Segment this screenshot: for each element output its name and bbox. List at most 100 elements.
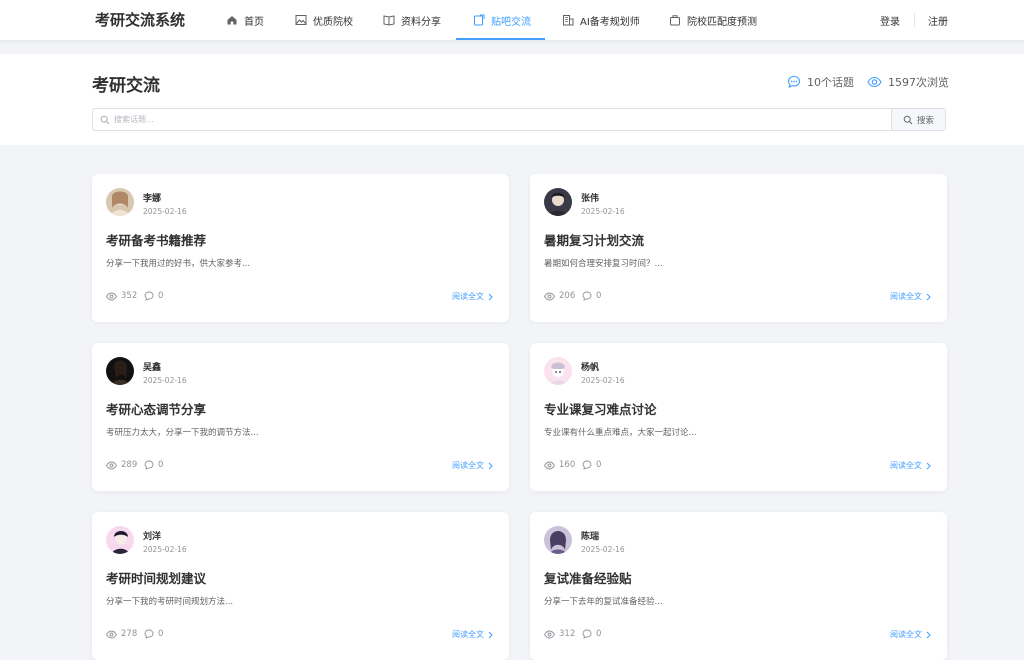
read-more-label: 阅读全文 xyxy=(452,292,484,301)
post-date: 2025-02-16 xyxy=(581,207,625,216)
post-card[interactable]: 吴鑫 2025-02-16 考研心态调节分享 考研压力太大，分享一下我的调节方法… xyxy=(92,343,509,491)
view-count: 352 xyxy=(121,291,138,301)
post-card[interactable]: 李娜 2025-02-16 考研备考书籍推荐 分享一下我用过的好书，供大家参考.… xyxy=(92,174,509,322)
avatar[interactable] xyxy=(106,526,134,554)
nav-item-match-prediction[interactable]: 院校匹配度预测 xyxy=(669,0,757,40)
chat-icon xyxy=(144,629,154,639)
chat-icon xyxy=(144,291,154,301)
chat-icon xyxy=(144,460,154,470)
post-title[interactable]: 复试准备经验贴 xyxy=(544,568,632,587)
chat-icon xyxy=(787,75,801,89)
nav-item-ai-planner[interactable]: AI备考规划师 xyxy=(562,0,640,40)
avatar[interactable] xyxy=(544,357,572,385)
read-more-link[interactable]: 阅读全文 xyxy=(890,291,931,302)
view-count: 206 xyxy=(559,291,576,301)
read-more-link[interactable]: 阅读全文 xyxy=(452,291,493,302)
post-excerpt: 分享一下我用过的好书，供大家参考... xyxy=(106,259,251,269)
view-count: 289 xyxy=(121,460,138,470)
post-comments: 0 xyxy=(144,291,163,301)
post-card[interactable]: 刘洋 2025-02-16 考研时间规划建议 分享一下我的考研时间规划方法...… xyxy=(92,512,509,660)
nav-item-home[interactable]: 首页 xyxy=(226,0,264,40)
author-name[interactable]: 陈瑞 xyxy=(581,529,599,542)
read-more-link[interactable]: 阅读全文 xyxy=(890,629,931,640)
post-comments: 0 xyxy=(582,629,601,639)
search-button[interactable]: 搜索 xyxy=(891,109,945,130)
author-name[interactable]: 杨帆 xyxy=(581,360,599,373)
chevron-right-icon xyxy=(926,631,931,638)
avatar[interactable] xyxy=(106,188,134,216)
post-excerpt: 专业课有什么重点难点，大家一起讨论... xyxy=(544,428,697,438)
nav-label: AI备考规划师 xyxy=(580,16,640,28)
read-more-link[interactable]: 阅读全文 xyxy=(452,629,493,640)
author-name[interactable]: 李娜 xyxy=(143,191,161,204)
eye-icon xyxy=(106,630,117,638)
eye-icon xyxy=(106,461,117,469)
avatar[interactable] xyxy=(106,357,134,385)
eye-icon xyxy=(544,292,555,300)
read-more-label: 阅读全文 xyxy=(452,630,484,639)
view-count: 312 xyxy=(559,629,576,639)
author-name[interactable]: 吴鑫 xyxy=(143,360,161,373)
comment-count: 0 xyxy=(596,629,602,639)
top-navbar: 考研交流系统 首页 优质院校 资料分享 贴吧交流 AI备考规划师 院校匹配度预测… xyxy=(0,0,1024,40)
post-title[interactable]: 考研心态调节分享 xyxy=(106,399,206,418)
search-bar: 搜索 xyxy=(92,108,946,131)
post-views: 312 xyxy=(544,629,575,639)
chevron-right-icon xyxy=(488,293,493,300)
author-name[interactable]: 刘洋 xyxy=(143,529,161,542)
post-date: 2025-02-16 xyxy=(143,207,187,216)
nav-label: 院校匹配度预测 xyxy=(687,16,757,28)
topic-count: 10个话题 xyxy=(787,74,854,90)
post-card[interactable]: 张伟 2025-02-16 暑期复习计划交流 暑期如何合理安排复习时间？... … xyxy=(530,174,947,322)
page-title: 考研交流 xyxy=(92,76,160,96)
author-name[interactable]: 张伟 xyxy=(581,191,599,204)
search-button-label: 搜索 xyxy=(916,115,934,126)
post-comments: 0 xyxy=(144,460,163,470)
nav-label: 资料分享 xyxy=(401,16,441,28)
post-views: 289 xyxy=(106,460,137,470)
note-icon xyxy=(473,14,485,26)
post-comments: 0 xyxy=(144,629,163,639)
comment-count: 0 xyxy=(158,460,164,470)
read-more-link[interactable]: 阅读全文 xyxy=(890,460,931,471)
post-views: 352 xyxy=(106,291,137,301)
nav-label: 优质院校 xyxy=(313,16,353,28)
site-brand[interactable]: 考研交流系统 xyxy=(95,9,185,30)
forum-header: 考研交流 10个话题 1597次浏览 搜索 xyxy=(0,54,1024,145)
register-link[interactable]: 注册 xyxy=(928,0,948,40)
view-count: 278 xyxy=(121,629,138,639)
auth-divider xyxy=(914,13,915,27)
eye-icon xyxy=(867,76,882,88)
post-date: 2025-02-16 xyxy=(143,376,187,385)
book-icon xyxy=(383,14,395,26)
post-title[interactable]: 考研备考书籍推荐 xyxy=(106,230,206,249)
post-title[interactable]: 考研时间规划建议 xyxy=(106,568,206,587)
nav-item-forum[interactable]: 贴吧交流 xyxy=(456,0,545,40)
post-views: 206 xyxy=(544,291,575,301)
read-more-label: 阅读全文 xyxy=(890,292,922,301)
search-input[interactable] xyxy=(93,109,891,130)
comment-count: 0 xyxy=(158,291,164,301)
post-views: 160 xyxy=(544,460,575,470)
avatar[interactable] xyxy=(544,526,572,554)
post-views: 278 xyxy=(106,629,137,639)
post-title[interactable]: 暑期复习计划交流 xyxy=(544,230,644,249)
read-more-label: 阅读全文 xyxy=(890,461,922,470)
nav-item-universities[interactable]: 优质院校 xyxy=(295,0,353,40)
nav-label: 首页 xyxy=(244,16,264,28)
post-card[interactable]: 杨帆 2025-02-16 专业课复习难点讨论 专业课有什么重点难点，大家一起讨… xyxy=(530,343,947,491)
home-icon xyxy=(226,14,238,26)
login-link[interactable]: 登录 xyxy=(880,0,900,40)
eye-icon xyxy=(544,630,555,638)
post-title[interactable]: 专业课复习难点讨论 xyxy=(544,399,657,418)
chat-icon xyxy=(582,291,592,301)
post-excerpt: 暑期如何合理安排复习时间？... xyxy=(544,259,663,269)
post-comments: 0 xyxy=(582,291,601,301)
post-comments: 0 xyxy=(582,460,601,470)
avatar[interactable] xyxy=(544,188,572,216)
post-card[interactable]: 陈瑞 2025-02-16 复试准备经验贴 分享一下去年的复试准备经验... 3… xyxy=(530,512,947,660)
read-more-link[interactable]: 阅读全文 xyxy=(452,460,493,471)
nav-item-resources[interactable]: 资料分享 xyxy=(383,0,441,40)
topic-count-text: 10个话题 xyxy=(807,76,854,89)
read-more-label: 阅读全文 xyxy=(890,630,922,639)
